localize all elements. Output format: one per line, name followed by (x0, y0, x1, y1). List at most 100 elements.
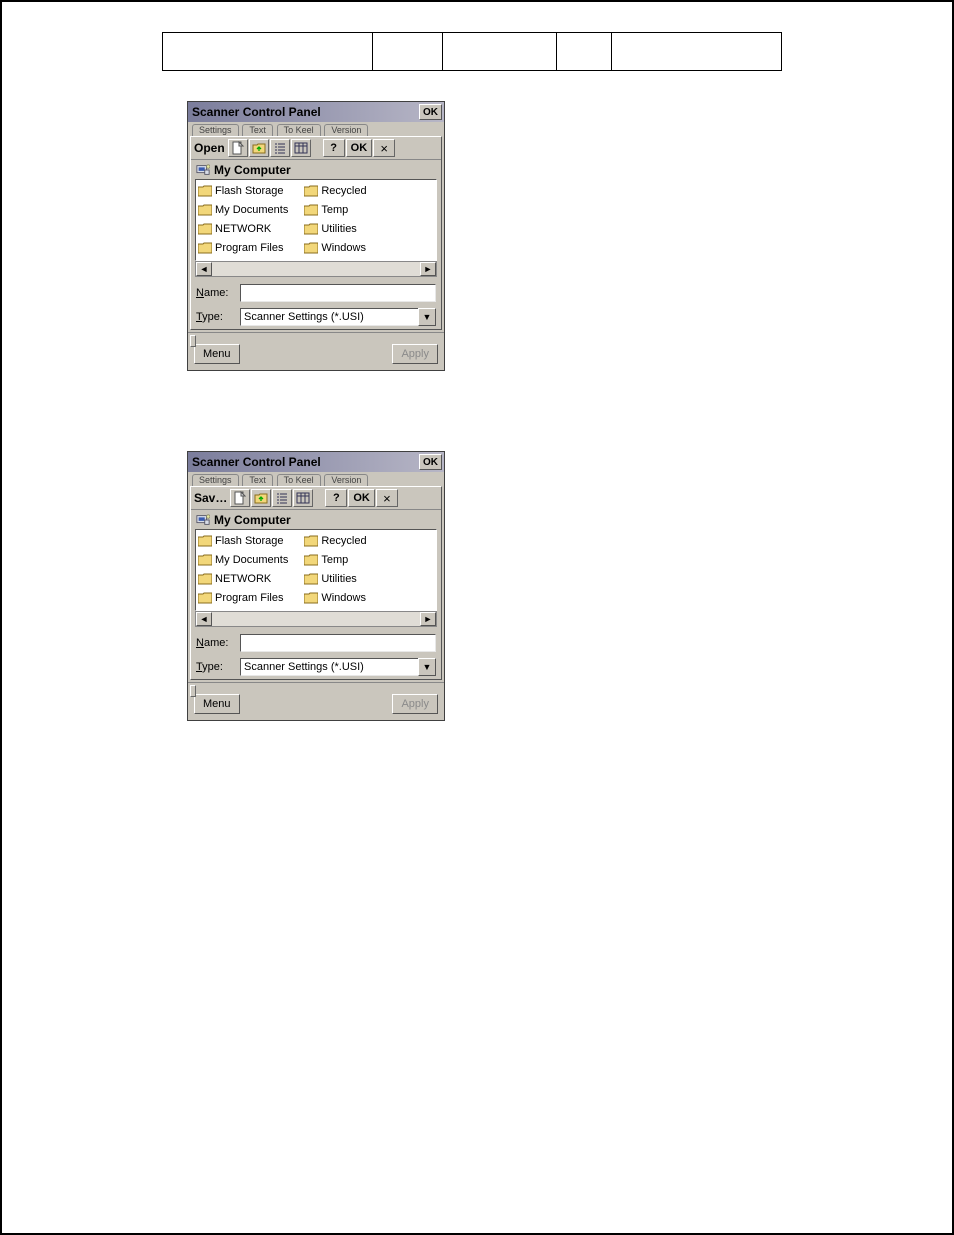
list-view-icon[interactable] (270, 139, 290, 157)
location-label: My Computer (214, 513, 291, 527)
folder-item[interactable]: Flash Storage (198, 532, 292, 550)
folder-icon (198, 185, 212, 197)
filename-input[interactable] (240, 634, 436, 652)
folder-item[interactable]: Utilities (304, 220, 370, 238)
header-cell (163, 33, 373, 71)
window-titlebar[interactable]: Scanner Control Panel OK (188, 102, 444, 122)
scanner-control-panel-window: Scanner Control Panel OK Settings Text T… (187, 101, 445, 371)
titlebar-ok-button[interactable]: OK (419, 104, 442, 120)
details-view-icon[interactable] (291, 139, 311, 157)
name-label: Name: (196, 637, 236, 649)
scroll-right-button[interactable]: ► (420, 262, 436, 276)
filetype-select[interactable]: Scanner Settings (*.USI) ▼ (240, 308, 436, 326)
tab-settings[interactable]: Settings (192, 124, 239, 136)
footer-bar: Menu Apply (188, 340, 444, 370)
tab-version[interactable]: Version (324, 124, 368, 136)
folder-icon (198, 204, 212, 216)
type-row: Type: Scanner Settings (*.USI) ▼ (191, 305, 441, 329)
folder-item[interactable]: Flash Storage (198, 182, 292, 200)
divider (188, 332, 444, 340)
folder-icon (304, 554, 318, 566)
tab-tokeel[interactable]: To Keel (277, 474, 321, 486)
filetype-value: Scanner Settings (*.USI) (240, 658, 418, 676)
header-cell (557, 33, 612, 71)
tabs-strip: Settings Text To Keel Version (188, 122, 444, 136)
list-view-icon[interactable] (272, 489, 292, 507)
folder-item[interactable]: Recycled (304, 182, 370, 200)
chevron-down-icon[interactable]: ▼ (418, 658, 436, 676)
location-label: My Computer (214, 163, 291, 177)
folder-icon (304, 535, 318, 547)
filename-input[interactable] (240, 284, 436, 302)
tab-version[interactable]: Version (324, 474, 368, 486)
folder-item[interactable]: NETWORK (198, 570, 292, 588)
filetype-select[interactable]: Scanner Settings (*.USI) ▼ (240, 658, 436, 676)
folder-icon (304, 573, 318, 585)
new-doc-icon[interactable] (230, 489, 250, 507)
folder-item[interactable]: Windows (304, 589, 370, 607)
save-file-dialog: Sav… ? OK × (190, 486, 442, 680)
folder-icon (304, 185, 318, 197)
computer-icon (196, 513, 210, 527)
filetype-value: Scanner Settings (*.USI) (240, 308, 418, 326)
folder-icon (198, 592, 212, 604)
folder-up-icon[interactable] (251, 489, 271, 507)
scroll-left-button[interactable]: ◄ (196, 612, 212, 626)
tab-tokeel[interactable]: To Keel (277, 124, 321, 136)
menu-button[interactable]: Menu (194, 344, 240, 364)
tab-text[interactable]: Text (242, 474, 273, 486)
computer-icon (196, 163, 210, 177)
divider (188, 682, 444, 690)
help-button[interactable]: ? (323, 139, 345, 157)
name-label: Name: (196, 287, 236, 299)
apply-button: Apply (392, 694, 438, 714)
folder-item[interactable]: NETWORK (198, 220, 292, 238)
file-dialog-toolbar: Open ? OK × (191, 137, 441, 160)
name-row: Name: (191, 281, 441, 305)
folder-icon (198, 535, 212, 547)
tabs-strip: Settings Text To Keel Version (188, 472, 444, 486)
folder-icon (304, 242, 318, 254)
folder-item[interactable]: Utilities (304, 570, 370, 588)
horizontal-scrollbar[interactable]: ◄ ► (195, 611, 437, 627)
tab-settings[interactable]: Settings (192, 474, 239, 486)
ok-button[interactable]: OK (348, 489, 375, 507)
folder-item[interactable]: Program Files (198, 239, 292, 257)
folder-item[interactable]: My Documents (198, 551, 292, 569)
close-button[interactable]: × (376, 489, 398, 507)
details-view-icon[interactable] (293, 489, 313, 507)
folder-item[interactable]: My Documents (198, 201, 292, 219)
folder-item[interactable]: Temp (304, 201, 370, 219)
file-list[interactable]: Flash Storage My Documents NETWORK Progr… (195, 529, 437, 611)
menu-button[interactable]: Menu (194, 694, 240, 714)
header-cell (442, 33, 557, 71)
chevron-down-icon[interactable]: ▼ (418, 308, 436, 326)
folder-icon (198, 223, 212, 235)
folder-up-icon[interactable] (249, 139, 269, 157)
scroll-left-button[interactable]: ◄ (196, 262, 212, 276)
new-doc-icon[interactable] (228, 139, 248, 157)
folder-item[interactable]: Windows (304, 239, 370, 257)
type-row: Type: Scanner Settings (*.USI) ▼ (191, 655, 441, 679)
current-location[interactable]: My Computer (191, 160, 441, 179)
open-dialog-block: Scanner Control Panel OK Settings Text T… (187, 101, 862, 371)
folder-item[interactable]: Program Files (198, 589, 292, 607)
current-location[interactable]: My Computer (191, 510, 441, 529)
help-button[interactable]: ? (325, 489, 347, 507)
window-titlebar[interactable]: Scanner Control Panel OK (188, 452, 444, 472)
tab-text[interactable]: Text (242, 124, 273, 136)
horizontal-scrollbar[interactable]: ◄ ► (195, 261, 437, 277)
scroll-right-button[interactable]: ► (420, 612, 436, 626)
folder-item[interactable]: Recycled (304, 532, 370, 550)
file-list[interactable]: Flash Storage My Documents NETWORK Progr… (195, 179, 437, 261)
folder-item[interactable]: Temp (304, 551, 370, 569)
ok-button[interactable]: OK (346, 139, 373, 157)
open-file-dialog: Open ? OK × (190, 136, 442, 330)
document-page: Scanner Control Panel OK Settings Text T… (0, 0, 954, 1235)
dialog-mode-label: Sav… (194, 491, 229, 505)
close-button[interactable]: × (373, 139, 395, 157)
type-label: Type: (196, 311, 236, 323)
window-title: Scanner Control Panel (192, 455, 321, 469)
folder-icon (198, 554, 212, 566)
titlebar-ok-button[interactable]: OK (419, 454, 442, 470)
